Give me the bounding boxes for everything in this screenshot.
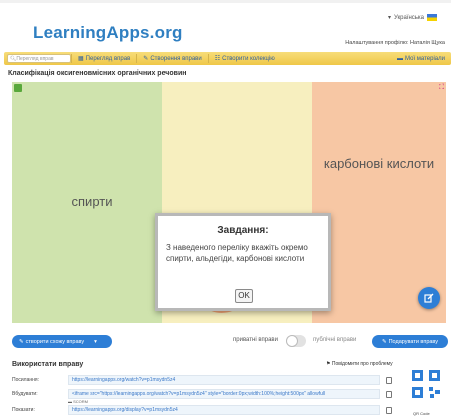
link-field[interactable]: https://learningapps.org/watch?v=p1msydn… (68, 375, 380, 385)
chevron-down-icon: ▾ (94, 338, 97, 345)
gift-app-label: Подарувати вправу (388, 338, 438, 345)
pencil-icon: ✎ (143, 56, 149, 62)
header: LearningApps.org ▾ Українська Налаштуван… (0, 0, 451, 48)
private-public-toggle[interactable] (286, 335, 306, 347)
use-app-title: Використати вправу (12, 361, 84, 368)
fullscreen-icon[interactable]: ⛶ (439, 84, 444, 92)
edit-icon: ✎ (19, 338, 24, 345)
use-row-display: Показати: https://learningapps.org/displ… (12, 405, 392, 415)
scorm-download-link[interactable]: ▬ SCORM (68, 399, 88, 404)
toolbar-browse-apps[interactable]: ▦ Перегляд вправ (71, 54, 136, 63)
use-row-label: Показати: (12, 407, 35, 413)
main-toolbar: 🔍︎ Перегляд вправ ▦ Перегляд вправ ✎ Ств… (4, 52, 451, 65)
flag-icon: ⚑ (326, 361, 331, 367)
language-selector[interactable]: ▾ Українська (388, 14, 437, 21)
flag-icon (427, 14, 437, 21)
language-label: Українська (393, 14, 424, 21)
ok-button[interactable]: OK (235, 289, 253, 303)
use-row-link: Посилання: https://learningapps.org/watc… (12, 375, 392, 385)
toggle-knob (286, 335, 298, 347)
copy-icon[interactable] (386, 406, 392, 414)
qr-code-icon[interactable] (412, 370, 440, 398)
dialog-text: З наведеного переліку вкажіть окремо спи… (166, 243, 308, 263)
search-placeholder: Перегляд вправ (16, 55, 54, 62)
edit-fab-button[interactable] (418, 287, 440, 309)
toolbar-item-label: Мої матеріали (405, 55, 445, 62)
logo[interactable]: LearningApps.org (33, 23, 183, 43)
private-apps-label: приватні вправи (233, 337, 278, 343)
category-label-left: спирти (71, 194, 113, 209)
report-label: Повідомити про проблему (331, 361, 393, 367)
scorm-label: SCORM (73, 399, 89, 404)
create-similar-label: створити схожу вправу (25, 338, 85, 345)
collection-icon: ☷ (214, 56, 221, 62)
use-row-embed: Вбудувати: <iframe src="https://learning… (12, 389, 392, 399)
copy-icon[interactable] (386, 376, 392, 384)
dialog-title: Завдання: (217, 225, 269, 236)
grid-icon: ▦ (78, 56, 84, 62)
chevron-down-icon: ▾ (387, 15, 391, 21)
download-icon: ▬ (68, 399, 72, 404)
use-row-label: Посилання: (12, 377, 39, 383)
copy-icon[interactable] (386, 390, 392, 398)
qr-code-label: QR Code (413, 411, 430, 416)
category-label-right: карбонові кислоти (323, 156, 435, 171)
edit-icon (424, 293, 434, 303)
create-similar-app-button[interactable]: ✎ створити схожу вправу ▾ (12, 335, 112, 348)
public-apps-label: публічні вправи (313, 337, 357, 343)
user-profile-link[interactable]: Налаштування профілю: Наталія Щука (345, 40, 445, 46)
toolbar-item-label: Створення вправи (150, 55, 202, 62)
app-corner-icon (14, 84, 22, 92)
toolbar-create-collection[interactable]: ☷ Створити колекцію (207, 54, 281, 63)
page-title: Класифікація оксигеновмісних органічних … (8, 70, 187, 77)
toolbar-item-label: Створити колекцію (222, 55, 275, 62)
display-link-field[interactable]: https://learningapps.org/display?v=p1msy… (68, 405, 380, 415)
folder-icon: ▬ (397, 55, 404, 62)
report-problem-link[interactable]: ⚑ Повідомити про проблему (326, 361, 393, 367)
toolbar-my-materials[interactable]: ▬ Мої матеріали (391, 54, 451, 63)
embed-code-field[interactable]: <iframe src="https://learningapps.org/wa… (68, 389, 380, 399)
search-input[interactable]: 🔍︎ Перегляд вправ (7, 54, 71, 63)
toolbar-item-label: Перегляд вправ (85, 55, 131, 62)
toolbar-create-app[interactable]: ✎ Створення вправи (136, 54, 207, 63)
pencil-icon: ✎ (381, 338, 387, 345)
gift-app-button[interactable]: ✎ Подарувати вправу (372, 335, 448, 348)
game-area: ⛶ спирти карбонові кислоти Завдання: З н… (12, 82, 446, 323)
task-dialog: Завдання: З наведеного переліку вкажіть … (155, 213, 331, 311)
use-row-label: Вбудувати: (12, 391, 38, 397)
